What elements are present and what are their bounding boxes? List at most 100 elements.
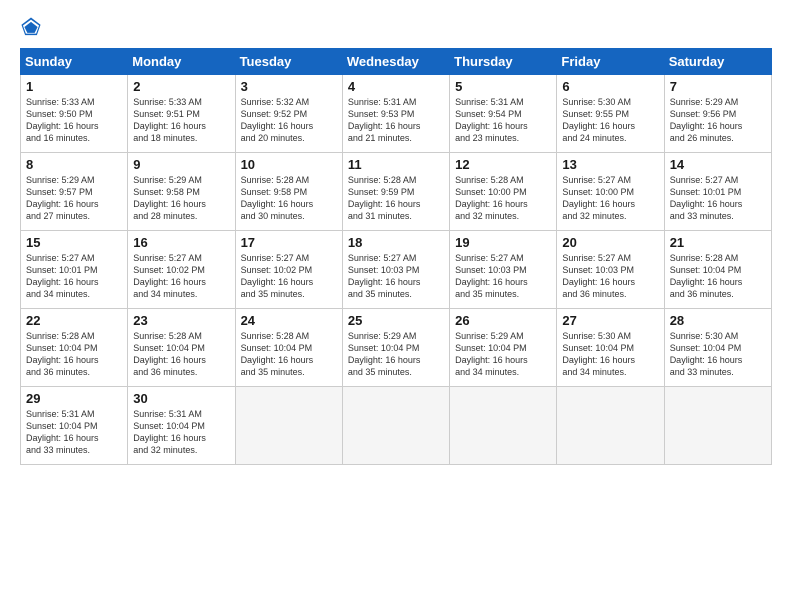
day-cell: 1 Sunrise: 5:33 AM Sunset: 9:50 PM Daylig… (21, 75, 128, 153)
day-info: Sunrise: 5:28 AM Sunset: 10:04 PM Daylig… (133, 330, 229, 379)
day-number: 22 (26, 313, 122, 328)
day-cell: 26Sunrise: 5:29 AM Sunset: 10:04 PM Dayl… (450, 309, 557, 387)
day-number: 26 (455, 313, 551, 328)
day-number: 15 (26, 235, 122, 250)
day-cell (450, 387, 557, 465)
day-number: 21 (670, 235, 766, 250)
weekday-header-wednesday: Wednesday (342, 49, 449, 75)
calendar: SundayMondayTuesdayWednesdayThursdayFrid… (20, 48, 772, 465)
day-info: Sunrise: 5:28 AM Sunset: 10:04 PM Daylig… (241, 330, 337, 379)
day-number: 29 (26, 391, 122, 406)
day-number: 2 (133, 79, 229, 94)
day-info: Sunrise: 5:28 AM Sunset: 9:59 PM Dayligh… (348, 174, 444, 223)
day-cell: 19 Sunrise: 5:27 AM Sunset: 10:03 PM Dayl… (450, 231, 557, 309)
day-number: 6 (562, 79, 658, 94)
day-cell: 15 Sunrise: 5:27 AM Sunset: 10:01 PM Dayl… (21, 231, 128, 309)
day-info: Sunrise: 5:27 AM Sunset: 10:00 PM Daylig… (562, 174, 658, 223)
day-number: 9 (133, 157, 229, 172)
weekday-header-row: SundayMondayTuesdayWednesdayThursdayFrid… (21, 49, 772, 75)
day-cell: 4 Sunrise: 5:31 AM Sunset: 9:53 PM Daylig… (342, 75, 449, 153)
day-info: Sunrise: 5:30 AM Sunset: 10:04 PM Daylig… (562, 330, 658, 379)
day-cell (664, 387, 771, 465)
day-cell (235, 387, 342, 465)
day-cell: 11Sunrise: 5:28 AM Sunset: 9:59 PM Dayli… (342, 153, 449, 231)
logo-icon (20, 16, 42, 38)
day-cell: 5 Sunrise: 5:31 AM Sunset: 9:54 PM Daylig… (450, 75, 557, 153)
day-number: 12 (455, 157, 551, 172)
week-row-1: 1 Sunrise: 5:33 AM Sunset: 9:50 PM Daylig… (21, 75, 772, 153)
weekday-header-thursday: Thursday (450, 49, 557, 75)
day-number: 10 (241, 157, 337, 172)
day-cell: 3 Sunrise: 5:32 AM Sunset: 9:52 PM Daylig… (235, 75, 342, 153)
day-cell: 30 Sunrise: 5:31 AM Sunset: 10:04 PM Dayl… (128, 387, 235, 465)
day-cell: 14 Sunrise: 5:27 AM Sunset: 10:01 PM Dayl… (664, 153, 771, 231)
logo (20, 16, 46, 38)
day-info: Sunrise: 5:33 AM Sunset: 9:50 PM Dayligh… (26, 96, 122, 145)
day-info: Sunrise: 5:31 AM Sunset: 10:04 PM Daylig… (133, 408, 229, 457)
day-number: 23 (133, 313, 229, 328)
day-info: Sunrise: 5:30 AM Sunset: 9:55 PM Dayligh… (562, 96, 658, 145)
day-cell (557, 387, 664, 465)
day-number: 8 (26, 157, 122, 172)
day-cell: 17 Sunrise: 5:27 AM Sunset: 10:02 PM Dayl… (235, 231, 342, 309)
day-info: Sunrise: 5:29 AM Sunset: 9:56 PM Dayligh… (670, 96, 766, 145)
day-info: Sunrise: 5:31 AM Sunset: 9:54 PM Dayligh… (455, 96, 551, 145)
day-info: Sunrise: 5:27 AM Sunset: 10:03 PM Daylig… (455, 252, 551, 301)
day-info: Sunrise: 5:27 AM Sunset: 10:01 PM Daylig… (670, 174, 766, 223)
day-cell: 20Sunrise: 5:27 AM Sunset: 10:03 PM Dayl… (557, 231, 664, 309)
day-info: Sunrise: 5:27 AM Sunset: 10:03 PM Daylig… (348, 252, 444, 301)
day-number: 1 (26, 79, 122, 94)
day-cell: 25 Sunrise: 5:29 AM Sunset: 10:04 PM Dayl… (342, 309, 449, 387)
day-number: 7 (670, 79, 766, 94)
day-number: 17 (241, 235, 337, 250)
day-cell: 6 Sunrise: 5:30 AM Sunset: 9:55 PM Daylig… (557, 75, 664, 153)
day-cell: 29 Sunrise: 5:31 AM Sunset: 10:04 PM Dayl… (21, 387, 128, 465)
page: SundayMondayTuesdayWednesdayThursdayFrid… (0, 0, 792, 612)
day-info: Sunrise: 5:27 AM Sunset: 10:02 PM Daylig… (133, 252, 229, 301)
day-cell (342, 387, 449, 465)
week-row-5: 29 Sunrise: 5:31 AM Sunset: 10:04 PM Dayl… (21, 387, 772, 465)
day-number: 19 (455, 235, 551, 250)
day-number: 13 (562, 157, 658, 172)
day-number: 3 (241, 79, 337, 94)
day-info: Sunrise: 5:28 AM Sunset: 9:58 PM Dayligh… (241, 174, 337, 223)
day-number: 5 (455, 79, 551, 94)
day-cell: 8 Sunrise: 5:29 AM Sunset: 9:57 PM Daylig… (21, 153, 128, 231)
day-info: Sunrise: 5:27 AM Sunset: 10:01 PM Daylig… (26, 252, 122, 301)
day-info: Sunrise: 5:33 AM Sunset: 9:51 PM Dayligh… (133, 96, 229, 145)
weekday-header-saturday: Saturday (664, 49, 771, 75)
weekday-header-monday: Monday (128, 49, 235, 75)
day-info: Sunrise: 5:29 AM Sunset: 9:57 PM Dayligh… (26, 174, 122, 223)
day-cell: 10 Sunrise: 5:28 AM Sunset: 9:58 PM Dayli… (235, 153, 342, 231)
day-info: Sunrise: 5:27 AM Sunset: 10:03 PM Daylig… (562, 252, 658, 301)
day-number: 25 (348, 313, 444, 328)
day-info: Sunrise: 5:31 AM Sunset: 9:53 PM Dayligh… (348, 96, 444, 145)
day-cell: 27Sunrise: 5:30 AM Sunset: 10:04 PM Dayl… (557, 309, 664, 387)
day-info: Sunrise: 5:32 AM Sunset: 9:52 PM Dayligh… (241, 96, 337, 145)
day-number: 24 (241, 313, 337, 328)
day-cell: 2 Sunrise: 5:33 AM Sunset: 9:51 PM Daylig… (128, 75, 235, 153)
day-info: Sunrise: 5:27 AM Sunset: 10:02 PM Daylig… (241, 252, 337, 301)
week-row-4: 22 Sunrise: 5:28 AM Sunset: 10:04 PM Dayl… (21, 309, 772, 387)
weekday-header-friday: Friday (557, 49, 664, 75)
day-cell: 22 Sunrise: 5:28 AM Sunset: 10:04 PM Dayl… (21, 309, 128, 387)
day-cell: 7 Sunrise: 5:29 AM Sunset: 9:56 PM Daylig… (664, 75, 771, 153)
day-number: 30 (133, 391, 229, 406)
weekday-header-sunday: Sunday (21, 49, 128, 75)
day-info: Sunrise: 5:29 AM Sunset: 9:58 PM Dayligh… (133, 174, 229, 223)
day-number: 4 (348, 79, 444, 94)
day-info: Sunrise: 5:29 AM Sunset: 10:04 PM Daylig… (348, 330, 444, 379)
day-cell: 13 Sunrise: 5:27 AM Sunset: 10:00 PM Dayl… (557, 153, 664, 231)
weekday-header-tuesday: Tuesday (235, 49, 342, 75)
week-row-2: 8 Sunrise: 5:29 AM Sunset: 9:57 PM Daylig… (21, 153, 772, 231)
day-info: Sunrise: 5:28 AM Sunset: 10:04 PM Daylig… (670, 252, 766, 301)
day-cell: 24 Sunrise: 5:28 AM Sunset: 10:04 PM Dayl… (235, 309, 342, 387)
day-cell: 23 Sunrise: 5:28 AM Sunset: 10:04 PM Dayl… (128, 309, 235, 387)
day-number: 28 (670, 313, 766, 328)
day-cell: 28Sunrise: 5:30 AM Sunset: 10:04 PM Dayl… (664, 309, 771, 387)
day-cell: 18Sunrise: 5:27 AM Sunset: 10:03 PM Dayl… (342, 231, 449, 309)
day-info: Sunrise: 5:28 AM Sunset: 10:00 PM Daylig… (455, 174, 551, 223)
day-info: Sunrise: 5:31 AM Sunset: 10:04 PM Daylig… (26, 408, 122, 457)
day-info: Sunrise: 5:28 AM Sunset: 10:04 PM Daylig… (26, 330, 122, 379)
day-number: 14 (670, 157, 766, 172)
